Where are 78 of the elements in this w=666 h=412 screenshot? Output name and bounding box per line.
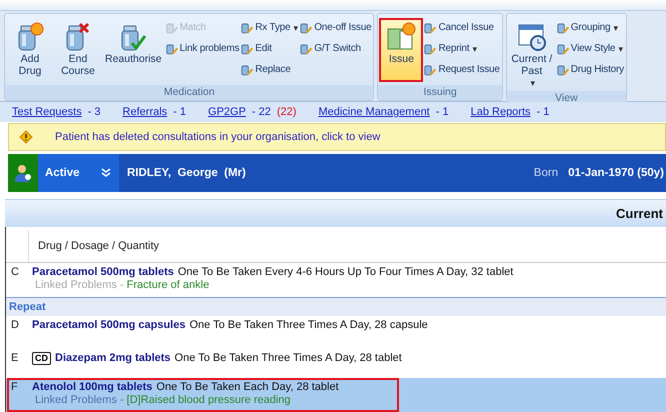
linked-problem: [D]Raised blood pressure reading [126,394,291,406]
warning-icon [19,130,33,144]
link-count: - 1 [436,106,449,118]
medication-row[interactable]: F Atenolol 100mg tablets One To Be Taken Each Day, 28 tablet Linked Problems - [D]Raised blood pressure reading [6,378,666,412]
bottle-pencil-icon [556,62,570,77]
alert-text: Patient has deleted consultations in your organisation, click to view [55,130,380,143]
birth-date: 01-Jan-1970 (50y) [568,167,664,180]
ribbon-button[interactable]: Link problems [166,40,240,58]
ribbon-button[interactable]: Cancel Issue [424,18,500,37]
ribbon-button[interactable]: Add Drug [7,18,53,79]
link-count: - 3 [88,106,101,118]
ribbon-button[interactable]: G/T Switch [300,40,372,58]
linked-problem: Fracture of ankle [126,278,210,291]
ribbon-button[interactable]: Request Issue [424,60,500,79]
caret-icon: ▾ [472,44,478,54]
row-letter: E [10,352,20,366]
ribbon-button[interactable]: Drug History [556,60,624,79]
ribbon-button[interactable]: Rx Type ▾ [241,18,298,37]
ribbon-button[interactable]: End Course [55,18,101,79]
ribbon-button[interactable]: View Style ▾ [556,40,624,58]
linked-problems-label: Linked Problems - [35,394,124,406]
drug-name: Paracetamol 500mg capsules [32,318,186,331]
ribbon-button[interactable]: Current / Past ▾ [508,18,555,91]
bottle-pencil-icon [166,20,179,35]
chevron-down-icon[interactable] [101,168,111,178]
bottle-pencil-icon [424,62,438,77]
ribbon-button[interactable]: Edit [241,40,298,58]
drug-name: Paracetamol 500mg tablets [32,266,174,278]
ribbon-button[interactable]: Reauthorise [103,18,164,67]
group-label: Medication [5,84,374,100]
patient-name: RIDLEY, George (Mr) [126,167,247,180]
user-icon [14,163,32,184]
section-header: Repeat [6,296,666,316]
caret-icon: ▾ [618,44,624,54]
drug-name: Diazepam 2mg tablets [55,352,171,364]
bottle-pencil-icon [424,20,438,35]
caret-icon: ▾ [293,22,298,33]
controlled-drug-badge: CD [32,352,51,365]
link[interactable]: GP2GP [208,106,246,118]
dosage-text: One To Be Taken Every 4-6 Hours Up To Four Times A Day, 32 tablet [178,266,514,278]
caret-icon: ▾ [530,76,536,89]
born-label: Born [534,167,558,180]
ribbon-button[interactable]: Replace [241,60,298,79]
group-label: Issuing [378,84,502,100]
row-letter: F [10,380,19,395]
dosage-text: One To Be Taken Each Day, 28 tablet [156,380,339,393]
bottle-pencil-icon [424,42,438,56]
link-count: - 1 [536,106,550,118]
bottle-pencil-icon [556,42,570,56]
bottle-pencil-icon [300,20,314,35]
link-count: - 1 [173,106,186,118]
view-title: Current [616,206,663,222]
link-count: - 22 [252,106,271,118]
caret-icon: ▾ [613,22,618,33]
link[interactable]: Test Requests [12,106,82,118]
bottle-pencil-icon [241,62,254,77]
ribbon-button[interactable]: Reprint ▾ [424,40,500,58]
ribbon-button[interactable]: Grouping ▾ [556,18,624,37]
row-letter: D [10,318,20,333]
link[interactable]: Medicine Management [318,106,430,118]
ribbon-button[interactable]: Issue [380,18,422,81]
link[interactable]: Referrals [122,106,168,118]
link-count: (22) [276,106,296,118]
dosage-text: One To Be Taken Three Times A Day, 28 capsule [189,318,428,331]
row-letter: C [10,266,20,280]
status-text: Active [45,167,80,180]
linked-problems-label: Linked Problems - [35,278,124,291]
column-header[interactable]: Drug / Dosage / Quantity [29,230,160,262]
bottle-pencil-icon [241,20,254,35]
bottle-pencil-icon [300,42,314,56]
alert-bar[interactable]: Patient has deleted consultations in your organisation, click to view [8,122,666,152]
ribbon-button[interactable]: One-off Issue [300,18,372,37]
bottle-pencil-icon [556,20,570,35]
drug-name: Atenolol 100mg tablets [32,380,152,393]
dosage-text: One To Be Taken Three Times A Day, 28 tablet [174,352,402,364]
bottle-pencil-icon [166,42,179,56]
link[interactable]: Lab Reports [470,106,531,118]
bottle-pencil-icon [241,42,254,56]
